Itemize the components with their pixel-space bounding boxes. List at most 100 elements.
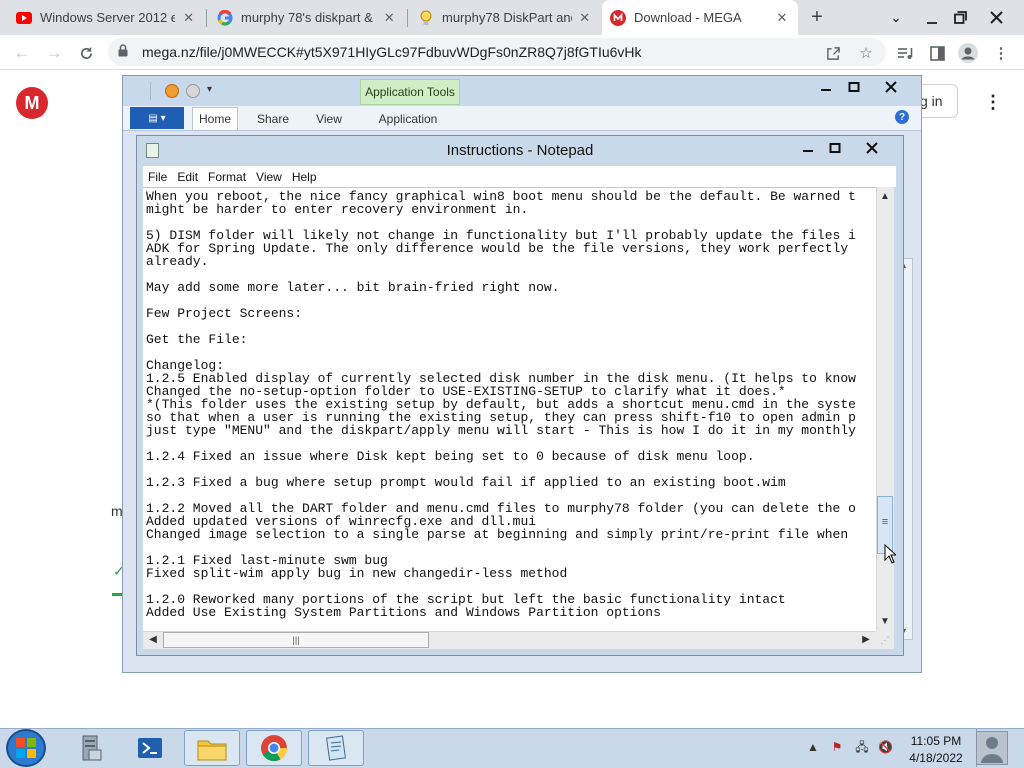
- menu-edit[interactable]: Edit: [172, 170, 203, 184]
- scroll-down-icon[interactable]: ▼: [877, 614, 893, 630]
- restore-button[interactable]: [944, 0, 976, 35]
- notepad-close-button[interactable]: [857, 138, 887, 158]
- clock-date[interactable]: 4/18/2022: [896, 751, 976, 765]
- notepad-text-area[interactable]: When you reboot, the nice fancy graphica…: [143, 187, 876, 632]
- restore-icon: [953, 11, 967, 24]
- taskbar-file-explorer[interactable]: [184, 730, 240, 766]
- explorer-maximize-button[interactable]: [839, 78, 869, 96]
- notepad-menubar: File Edit Format View Help: [143, 166, 896, 187]
- clock-time[interactable]: 11:05 PM: [896, 734, 976, 748]
- address-bar[interactable]: mega.nz/file/j0MWECCK#yt5X971HIyGLc97Fdb…: [108, 38, 886, 66]
- close-icon[interactable]: ✕: [774, 10, 790, 26]
- forward-button[interactable]: →: [41, 40, 67, 66]
- notepad-text: When you reboot, the nice fancy graphica…: [146, 189, 856, 620]
- close-icon: [989, 11, 1003, 24]
- scroll-left-icon[interactable]: ◀: [145, 632, 161, 648]
- tab-title: murphy78 DiskPart and /: [442, 10, 572, 25]
- file-menu-button[interactable]: ▤ ▾: [130, 107, 184, 129]
- tab-windows-server[interactable]: Windows Server 2012 ev ✕: [8, 0, 204, 35]
- browser-toolbar: ← → mega.nz/file/j0MWECCK#yt5X971HIyGLc9…: [0, 35, 1024, 70]
- tab-divider: [407, 9, 408, 27]
- menu-format[interactable]: Format: [203, 170, 251, 184]
- mega-logo[interactable]: M: [16, 87, 48, 119]
- undo-icon[interactable]: [186, 84, 200, 98]
- new-tab-button[interactable]: +: [801, 0, 833, 35]
- minimize-icon: [821, 89, 831, 91]
- tab-download-mega[interactable]: Download - MEGA ✕: [602, 0, 798, 35]
- application-tools-tab[interactable]: Application Tools: [360, 79, 460, 105]
- tab-murphy-diskpart[interactable]: murphy 78's diskpart & i ✕: [209, 0, 405, 35]
- forward-arrow-icon: →: [45, 43, 63, 62]
- chrome-menu-icon[interactable]: ⋮: [990, 42, 1012, 64]
- notepad-maximize-button[interactable]: [820, 138, 850, 158]
- page-text-fragment: m: [111, 503, 123, 519]
- close-icon: [866, 142, 878, 154]
- minimize-icon: [927, 21, 937, 24]
- sign-in-button[interactable]: g in: [918, 84, 958, 118]
- profile-avatar-icon[interactable]: [957, 42, 979, 64]
- tab-home[interactable]: Home: [192, 107, 238, 130]
- mouse-cursor-icon: [884, 543, 898, 567]
- scroll-right-icon[interactable]: ▶: [858, 632, 874, 648]
- powershell-icon: [138, 738, 162, 758]
- notepad-minimize-button[interactable]: [793, 138, 823, 158]
- properties-icon[interactable]: [165, 84, 179, 98]
- explorer-minimize-button[interactable]: [811, 78, 841, 96]
- menu-view[interactable]: View: [251, 170, 287, 184]
- close-icon: [885, 81, 897, 93]
- taskbar-notepad[interactable]: [308, 730, 364, 766]
- explorer-titlebar: [123, 76, 921, 106]
- user-avatar-icon[interactable]: [976, 731, 1008, 765]
- explorer-close-button[interactable]: [876, 78, 906, 96]
- maximize-icon: [848, 82, 860, 92]
- notepad-title: Instructions - Notepad: [446, 142, 594, 159]
- back-button[interactable]: ←: [9, 40, 35, 66]
- mega-icon: [610, 9, 626, 26]
- tab-view[interactable]: View: [306, 107, 352, 130]
- side-panel-icon[interactable]: [926, 42, 948, 64]
- tray-expand-icon[interactable]: ▲: [806, 740, 820, 754]
- tab-title: Windows Server 2012 ev: [40, 10, 176, 25]
- taskbar-powershell[interactable]: [122, 730, 178, 766]
- start-button[interactable]: [6, 729, 46, 767]
- menu-file[interactable]: File: [143, 170, 172, 184]
- close-icon[interactable]: ✕: [578, 10, 592, 26]
- reload-button[interactable]: [73, 40, 99, 66]
- url-text: mega.nz/file/j0MWECCK#yt5X971HIyGLc97Fdb…: [142, 44, 642, 60]
- more-options-icon[interactable]: ⋮: [984, 90, 1002, 114]
- tab-application[interactable]: Application: [368, 107, 448, 130]
- network-icon[interactable]: 🖧: [855, 740, 869, 754]
- server-manager-icon: [82, 735, 102, 761]
- tab-divider: [206, 9, 207, 27]
- scroll-up-icon[interactable]: ▲: [877, 189, 893, 205]
- close-icon[interactable]: ✕: [381, 10, 397, 26]
- menu-help[interactable]: Help: [287, 170, 322, 184]
- tab-search-button[interactable]: ⌄: [880, 0, 912, 35]
- resize-grip-icon[interactable]: ⋰: [876, 631, 894, 649]
- qa-divider: [150, 82, 151, 100]
- tab-title: murphy 78's diskpart & i: [241, 10, 376, 25]
- share-icon[interactable]: [822, 42, 844, 64]
- taskbar-server-manager[interactable]: [62, 730, 118, 766]
- volume-muted-icon[interactable]: 🔇: [878, 740, 893, 754]
- tab-murphy-diskpart-2[interactable]: murphy78 DiskPart and / ✕: [410, 0, 600, 35]
- help-icon[interactable]: ?: [895, 110, 909, 124]
- taskbar-chrome[interactable]: [246, 730, 302, 766]
- tab-title: Download - MEGA: [634, 10, 742, 25]
- tab-share[interactable]: Share: [250, 107, 296, 130]
- close-icon[interactable]: ✕: [181, 10, 196, 26]
- close-window-button[interactable]: [980, 0, 1012, 35]
- bookmark-star-icon[interactable]: ☆: [855, 42, 877, 64]
- lock-icon: [118, 44, 128, 60]
- quick-access-dropdown-icon[interactable]: ▾: [207, 84, 212, 95]
- file-explorer-icon: [197, 740, 227, 761]
- minimize-icon: [803, 150, 813, 152]
- chevron-down-icon: ⌄: [890, 9, 902, 25]
- file-menu-icon: ▤ ▾: [148, 112, 166, 124]
- notepad-icon: [325, 735, 347, 761]
- reading-list-icon[interactable]: [894, 42, 916, 64]
- maximize-icon: [829, 143, 841, 153]
- back-arrow-icon: ←: [13, 43, 31, 62]
- lightbulb-icon: [418, 10, 434, 26]
- action-center-icon[interactable]: ⚑: [830, 740, 844, 754]
